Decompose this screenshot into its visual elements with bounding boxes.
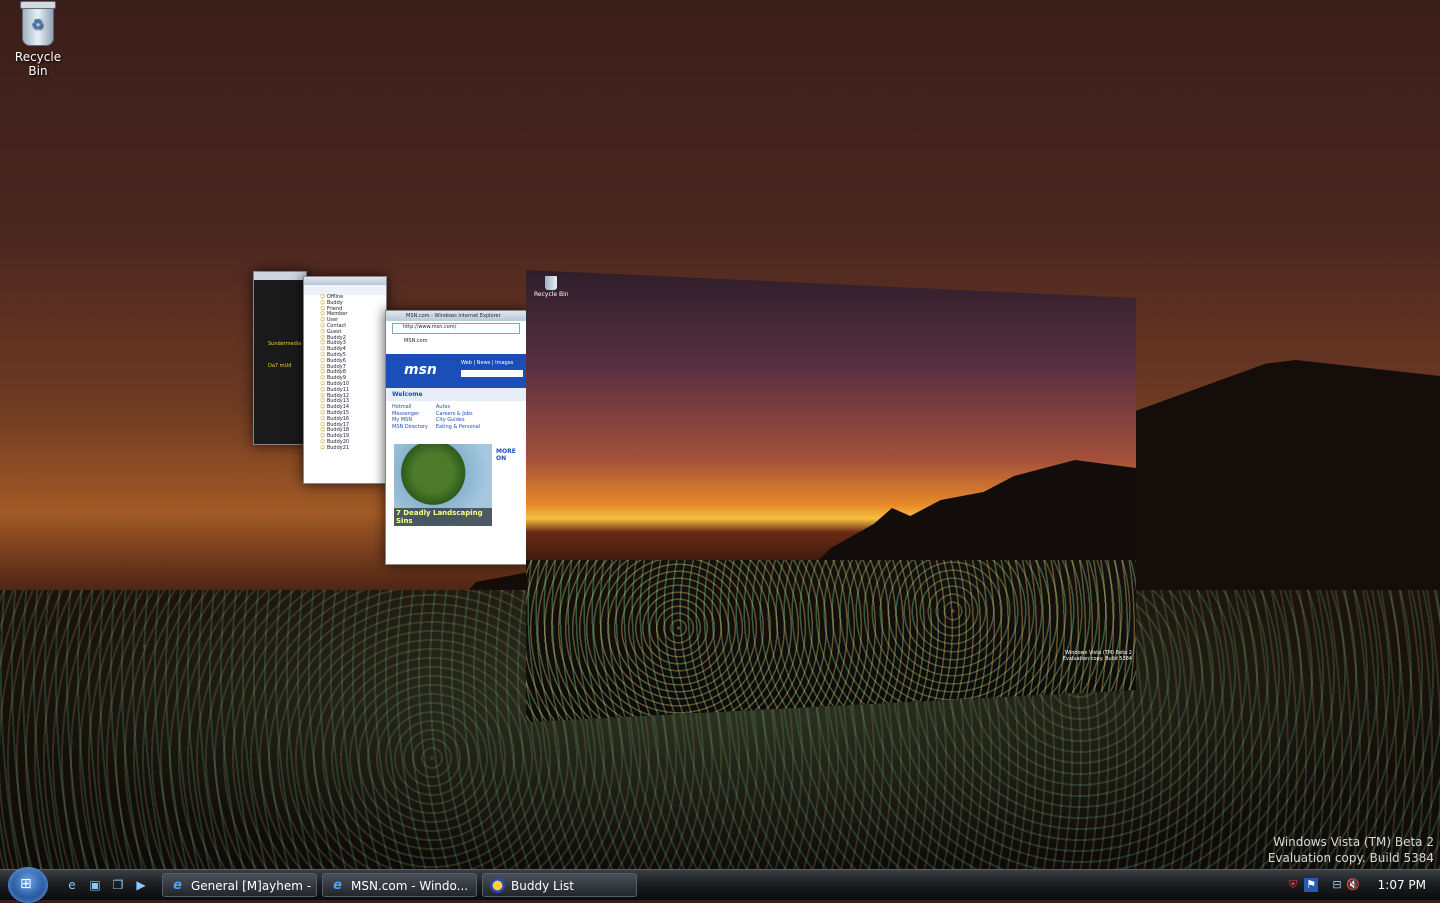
msn-logo: msn	[404, 362, 437, 378]
window-text: Sundermedia	[268, 341, 302, 347]
taskbar-button-label: General [M]ayhem - ...	[191, 879, 317, 893]
build-watermark: Windows Vista (TM) Beta 2 Evaluation cop…	[1268, 834, 1434, 866]
security-shield-icon[interactable]: ⛨	[1286, 878, 1300, 892]
taskbar-button-buddy-list[interactable]: Buddy List	[482, 873, 637, 897]
flip-window-general-mayhem[interactable]: Sundermedia Da7 mUd	[253, 271, 307, 445]
taskbar-button-label: Buddy List	[511, 879, 574, 893]
ie-icon[interactable]: e	[64, 877, 80, 893]
taskbar-button-general-mayhem[interactable]: e General [M]ayhem - ...	[162, 873, 317, 897]
preview-icon-label: Recycle Bin	[534, 291, 569, 298]
media-player-icon[interactable]: ▶	[133, 877, 149, 893]
taskbar-button-label: MSN.com - Windo...	[351, 879, 469, 893]
windows-orb-icon: ⊞	[20, 876, 32, 892]
window-titlebar	[304, 277, 386, 285]
msn-link[interactable]: MSN Directory	[392, 424, 428, 431]
buddy-list: Offline Buddy Friend Member User Contact…	[304, 294, 386, 452]
window-menubar	[304, 285, 386, 295]
desktop-icon-label: Recycle Bin	[14, 50, 62, 78]
msn-welcome: Welcome	[386, 388, 526, 401]
volume-muted-icon[interactable]: 🔇	[1346, 878, 1360, 892]
preview-watermark-line: Evaluation copy. Build 5384	[1062, 656, 1132, 662]
address-bar[interactable]: http://www.msn.com/	[392, 323, 520, 334]
flip-desktop-preview[interactable]: Recycle Bin Windows Vista (TM) Beta 2 Ev…	[526, 270, 1136, 722]
switch-windows-icon[interactable]: ❐	[110, 877, 126, 893]
msn-link[interactable]: Eating & Personal	[436, 424, 480, 431]
watermark-line: Evaluation copy. Build 5384	[1267, 851, 1434, 865]
msn-search-input[interactable]	[461, 370, 523, 377]
ie-icon: e	[173, 878, 182, 893]
network-icon[interactable]: ⊟	[1330, 878, 1344, 892]
taskbar: ⊞ e ▣ ❐ ▶ e General [M]ayhem - ... e MSN…	[0, 867, 1440, 903]
window-titlebar	[254, 272, 306, 280]
window-text: Da7 mUd	[268, 363, 292, 369]
taskbar-button-msn[interactable]: e MSN.com - Windo...	[322, 873, 477, 897]
ie-icon: e	[333, 878, 342, 893]
watermark-line: Windows Vista (TM) Beta 2	[1273, 835, 1434, 849]
recycle-bin-icon	[20, 1, 56, 46]
recycle-bin-icon	[545, 276, 558, 290]
desktop-icon[interactable]: ▣	[87, 877, 103, 893]
flip-window-msn[interactable]: MSN.com - Windows Internet Explorer http…	[385, 310, 527, 565]
msn-header: msn Web | News | Images	[386, 354, 526, 388]
window-titlebar: MSN.com - Windows Internet Explorer	[386, 311, 526, 321]
buddy-icon	[490, 878, 505, 893]
preview-watermark: Windows Vista (TM) Beta 2 Evaluation cop…	[1063, 650, 1132, 662]
msn-feature-photo[interactable]: 7 Deadly Landscaping Sins	[394, 444, 492, 526]
flip-window-buddy-list[interactable]: Offline Buddy Friend Member User Contact…	[303, 276, 387, 484]
photo-caption: 7 Deadly Landscaping Sins	[394, 508, 492, 526]
msn-link-columns: Hotmail Messenger My MSN MSN Directory A…	[386, 401, 526, 433]
preview-recycle-bin: Recycle Bin	[534, 276, 569, 298]
desktop-icon-recycle-bin[interactable]: Recycle Bin	[6, 1, 70, 78]
browser-tab[interactable]: MSN.com	[386, 336, 526, 346]
msn-more-on: MORE ON	[496, 448, 516, 462]
clock[interactable]: 1:07 PM	[1378, 870, 1426, 900]
flag-icon[interactable]: ⚑	[1304, 878, 1318, 892]
start-button[interactable]: ⊞	[8, 867, 48, 903]
msn-search-tabs[interactable]: Web | News | Images	[461, 360, 513, 366]
buddy-item: Buddy21	[304, 445, 386, 452]
notification-area: ⛨ ⚑ ⊟ 🔇 1:07 PM	[1282, 870, 1440, 900]
